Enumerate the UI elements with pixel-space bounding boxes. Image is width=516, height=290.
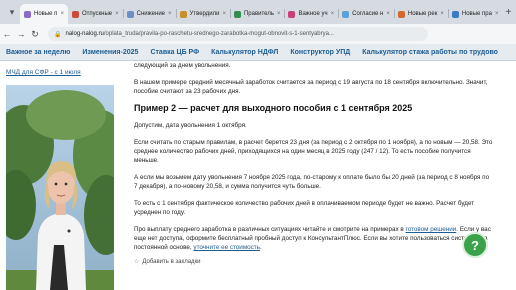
star-icon: ☆ — [134, 259, 140, 265]
new-tab-icon[interactable]: + — [506, 7, 512, 18]
browser-tab[interactable]: Утвердили × — [175, 4, 230, 24]
browser-tab[interactable]: Новые пра × — [447, 4, 503, 24]
bookmark-label: Добавить в закладки — [142, 259, 201, 265]
article-para-2: Допустим, дата увольнения 1 октября. — [134, 122, 247, 129]
nav-item-seniority-calc[interactable]: Калькулятор стажа работы по трудово — [356, 49, 504, 56]
forward-icon[interactable]: → — [14, 29, 28, 39]
favicon-icon — [342, 10, 350, 18]
nav-item-changes[interactable]: Изменения-2025 — [76, 49, 144, 56]
article-para-6: Про выплату среднего заработка в различн… — [134, 225, 494, 252]
article-para-0: следующий за днем увольнения. — [134, 62, 231, 69]
favicon-icon — [397, 10, 405, 18]
article-para-1: В нашем примере средний месячный заработ… — [134, 79, 488, 95]
article-body: следующий за днем увольнения. В нашем пр… — [134, 61, 494, 267]
presenter-image — [6, 85, 114, 290]
close-tab-icon[interactable]: × — [331, 11, 335, 17]
browser-tab[interactable]: Новые рек × — [393, 4, 448, 24]
sidebar-link-mchd[interactable]: МЧД для СФР - с 1 июля — [6, 69, 114, 76]
url-host: nalog-nalog.ru — [65, 31, 104, 37]
tab-label: Важное уч — [298, 11, 328, 17]
help-button[interactable]: ? — [462, 232, 488, 258]
close-tab-icon[interactable]: × — [115, 11, 119, 17]
close-tab-icon[interactable]: × — [168, 11, 172, 17]
tab-label: Новые п — [34, 11, 58, 17]
browser-tab[interactable]: Согласие н × — [338, 4, 394, 24]
back-icon[interactable]: ← — [0, 29, 14, 39]
tab-label: Снижение — [136, 11, 166, 17]
reload-icon[interactable]: ↻ — [28, 29, 42, 40]
browser-tab[interactable]: Важное уч × — [284, 4, 338, 24]
sidebar: МЧД для СФР - с 1 июля — [6, 69, 114, 82]
tab-label: Новые рек — [407, 11, 438, 17]
close-tab-icon[interactable]: × — [277, 11, 281, 17]
close-tab-icon[interactable]: × — [60, 11, 64, 17]
close-tab-icon[interactable]: × — [386, 11, 390, 17]
url-input[interactable]: 🔒 nalog-nalog.ru /oplata_truda/pravila-p… — [48, 27, 428, 41]
close-tab-icon[interactable]: × — [495, 11, 499, 17]
favicon-icon — [233, 10, 241, 18]
para-6-text-c: . — [259, 244, 262, 251]
nav-item-upd[interactable]: Конструктор УПД — [284, 49, 356, 56]
browser-tab[interactable]: Новые п × — [20, 4, 68, 24]
ready-solution-link[interactable]: готовом решении — [406, 226, 457, 233]
nav-item-ndfl-calc[interactable]: Калькулятор НДФЛ — [205, 49, 284, 56]
close-tab-icon[interactable]: × — [222, 11, 226, 17]
favicon-icon — [179, 10, 187, 18]
favicon-icon — [451, 10, 459, 18]
nav-item-cb-rate[interactable]: Ставка ЦБ РФ — [144, 49, 205, 56]
address-bar: ← → ↻ 🔒 nalog-nalog.ru /oplata_truda/pra… — [0, 24, 516, 44]
para-6-text-a: Про выплату среднего заработка в различн… — [134, 226, 406, 233]
tab-label: Отпускные — [81, 11, 113, 17]
tab-label: Новые пра — [461, 11, 492, 17]
tab-label: Утвердили — [189, 11, 220, 17]
favicon-icon — [288, 10, 296, 18]
article-para-4: А если мы возьмем дату увольнения 7 нояб… — [134, 174, 490, 190]
page-content: МЧД для СФР - с 1 июля следующий за днем… — [0, 61, 516, 290]
article-para-3: Если считать по старым правилам, в расче… — [134, 139, 493, 164]
browser-tab[interactable]: Снижение × — [122, 4, 176, 24]
tab-list: Новые п × Отпускные × Снижение × Утвердили × Пра… — [20, 0, 503, 24]
bookmark-button[interactable]: ☆ Добавить в закладки — [134, 258, 494, 267]
tab-actions-icon[interactable]: ▾ — [4, 4, 20, 20]
nav-item-week[interactable]: Важное за неделю — [0, 49, 76, 56]
close-tab-icon[interactable]: × — [440, 11, 444, 17]
check-price-link[interactable]: уточните ее стоимость — [193, 244, 260, 251]
favicon-icon — [71, 10, 79, 18]
tab-strip: ▾ Новые п × Отпускные × Снижение × Утвердили × П… — [0, 0, 516, 24]
article-para-5: То есть с 1 сентября фактическое количес… — [134, 200, 475, 216]
article-heading-example-2: Пример 2 — расчет для выходного пособия … — [134, 103, 413, 113]
favicon-icon — [24, 10, 31, 18]
presenter-video — [6, 85, 114, 290]
url-path: /oplata_truda/pravila-po-raschetu-sredne… — [103, 31, 334, 37]
favicon-icon — [126, 10, 134, 18]
tab-label: Правитель — [243, 11, 274, 17]
browser-tab[interactable]: Отпускные × — [68, 4, 123, 24]
question-icon: ? — [471, 237, 479, 253]
site-nav: Важное за неделю Изменения-2025 Ставка Ц… — [0, 44, 516, 61]
lock-icon: 🔒 — [54, 31, 62, 38]
browser-tab[interactable]: Правитель × — [229, 4, 285, 24]
tab-label: Согласие н — [352, 11, 384, 17]
